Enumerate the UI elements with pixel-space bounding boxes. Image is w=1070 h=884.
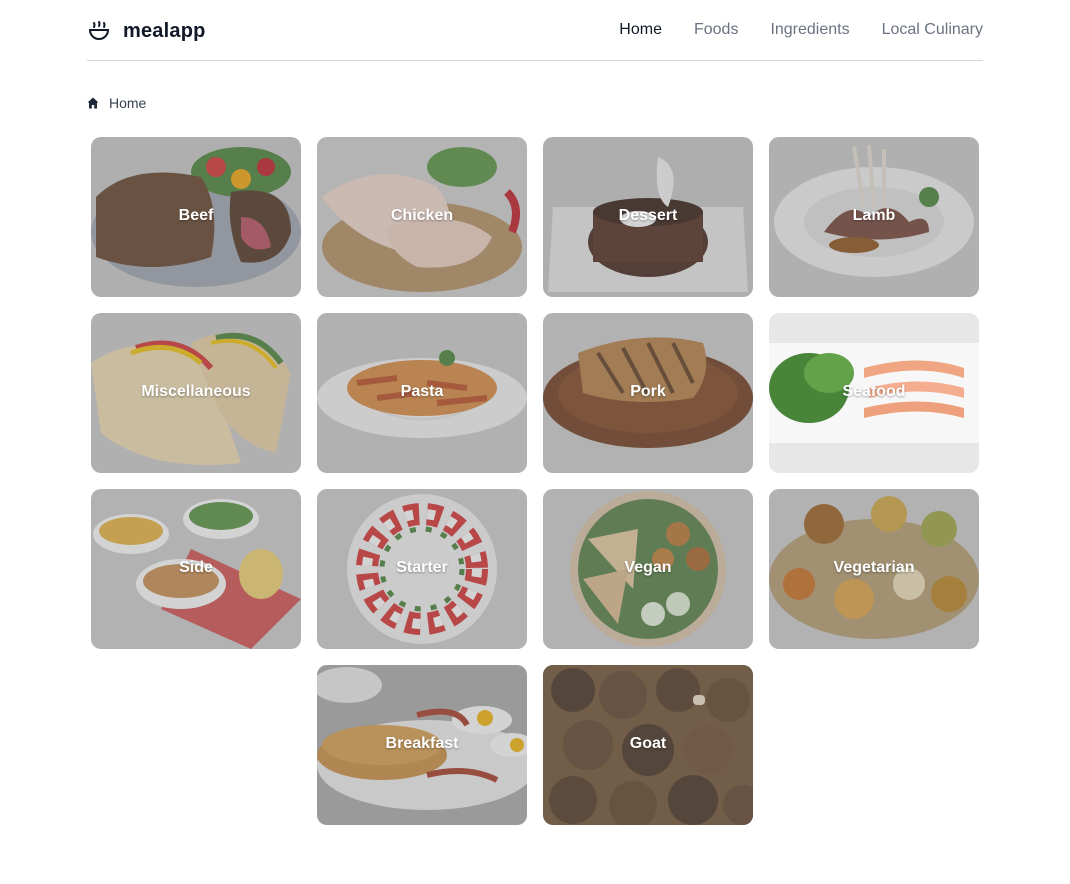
- category-card-lamb[interactable]: Lamb: [769, 137, 979, 297]
- category-label: Side: [179, 559, 213, 576]
- category-card-side[interactable]: Side: [91, 489, 301, 649]
- nav-ingredients[interactable]: Ingredients: [770, 20, 849, 40]
- home-icon: [87, 97, 99, 109]
- category-label: Vegan: [624, 559, 672, 576]
- category-card-chicken[interactable]: Chicken: [317, 137, 527, 297]
- category-label: Goat: [629, 735, 667, 752]
- category-card-pork[interactable]: Pork: [543, 313, 753, 473]
- category-label: Pork: [630, 383, 666, 400]
- category-card-starter[interactable]: Starter: [317, 489, 527, 649]
- category-card-dessert[interactable]: Dessert: [543, 137, 753, 297]
- category-card-vegan[interactable]: Vegan: [543, 489, 753, 649]
- brand-logo[interactable]: mealapp: [87, 17, 206, 45]
- category-label: Miscellaneous: [141, 383, 251, 400]
- breadcrumb: Home: [87, 95, 146, 111]
- category-card-seafood[interactable]: Seafood: [769, 313, 979, 473]
- category-card-breakfast[interactable]: Breakfast: [317, 665, 527, 825]
- category-label: Starter: [396, 559, 448, 576]
- main-nav: Home Foods Ingredients Local Culinary: [619, 20, 983, 40]
- category-label: Seafood: [842, 383, 906, 400]
- category-label: Beef: [178, 207, 214, 224]
- category-card-vegetarian[interactable]: Vegetarian: [769, 489, 979, 649]
- category-label: Vegetarian: [833, 559, 915, 576]
- category-card-beef[interactable]: Beef: [91, 137, 301, 297]
- category-card-miscellaneous[interactable]: Miscellaneous: [91, 313, 301, 473]
- breadcrumb-home[interactable]: Home: [109, 95, 146, 111]
- category-card-pasta[interactable]: Pasta: [317, 313, 527, 473]
- bowl-icon: [88, 21, 110, 40]
- category-label: Chicken: [390, 207, 454, 224]
- category-card-goat[interactable]: Goat: [543, 665, 753, 825]
- category-label: Breakfast: [385, 735, 459, 752]
- brand-name: mealapp: [123, 19, 206, 42]
- nav-home[interactable]: Home: [619, 20, 662, 40]
- category-label: Lamb: [852, 207, 896, 224]
- navbar: mealapp Home Foods Ingredients Local Cul…: [87, 0, 983, 61]
- category-label: Dessert: [618, 207, 678, 224]
- nav-local-culinary[interactable]: Local Culinary: [882, 20, 983, 40]
- category-label: Pasta: [400, 383, 444, 400]
- nav-foods[interactable]: Foods: [694, 20, 738, 40]
